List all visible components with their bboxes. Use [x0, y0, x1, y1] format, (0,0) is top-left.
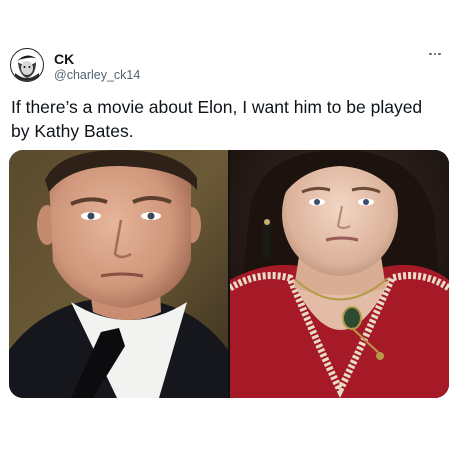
profile-avatar-icon [9, 47, 45, 83]
man-in-suit-photo [9, 150, 228, 398]
ellipsis-dot [429, 52, 432, 56]
tweet-card: CK @charley_ck14 If there’s a movie abou… [0, 0, 460, 460]
media-photo-left[interactable] [9, 150, 228, 398]
woman-in-red-dress-photo [230, 150, 449, 398]
ellipsis-dot [433, 52, 437, 56]
ellipsis-icon[interactable] [424, 47, 446, 61]
ellipsis-dot [438, 52, 441, 56]
author-handle[interactable]: @charley_ck14 [54, 68, 140, 83]
tweet-text: If there’s a movie about Elon, I want hi… [11, 97, 423, 141]
author-avatar[interactable] [9, 47, 45, 83]
media-photo-right[interactable] [230, 150, 449, 398]
author-display-name[interactable]: CK [54, 51, 74, 67]
tweet-media-grid [9, 150, 449, 398]
